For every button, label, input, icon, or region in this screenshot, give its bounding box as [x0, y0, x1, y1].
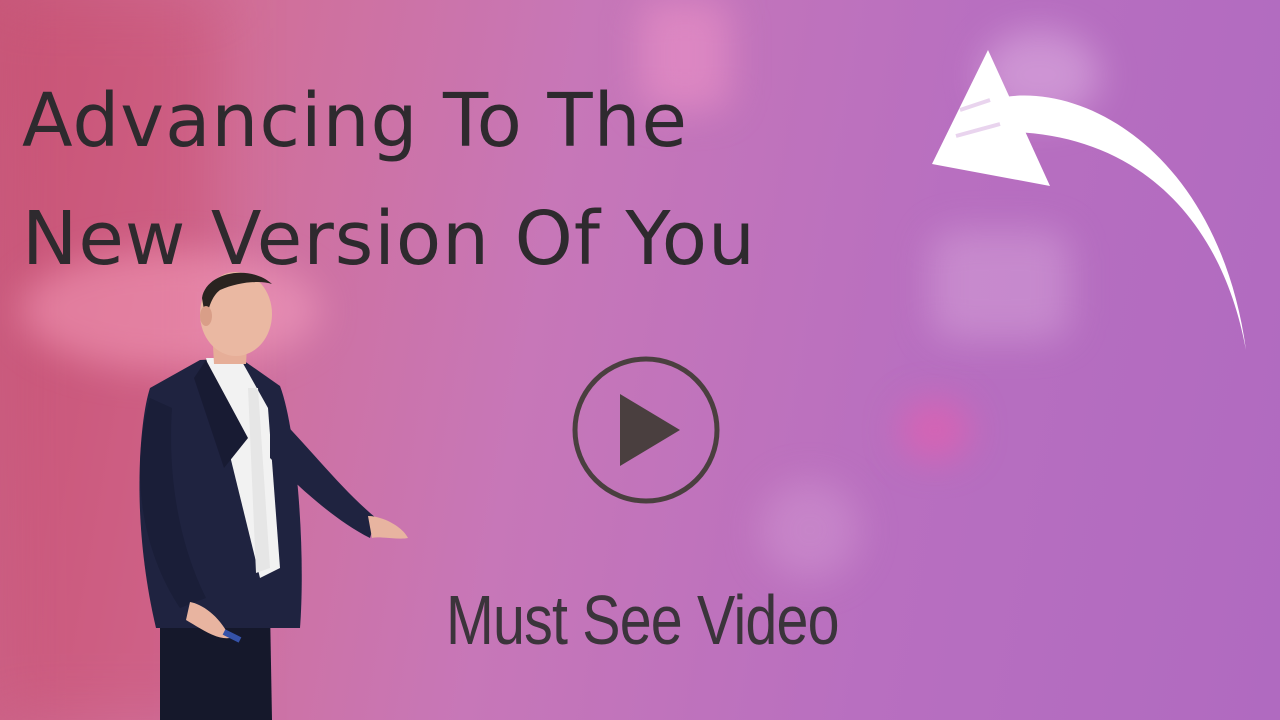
headline-line-1: Advancing To The	[22, 78, 689, 164]
background-glow	[760, 480, 860, 580]
play-icon	[620, 394, 680, 466]
play-button[interactable]	[572, 356, 720, 504]
background-glow	[900, 400, 970, 460]
curved-arrow-icon	[932, 50, 1246, 350]
headline: Advancing To The New Version Of You	[22, 62, 756, 298]
subtitle: Must See Video	[446, 581, 840, 659]
presenter-photo	[139, 272, 408, 720]
